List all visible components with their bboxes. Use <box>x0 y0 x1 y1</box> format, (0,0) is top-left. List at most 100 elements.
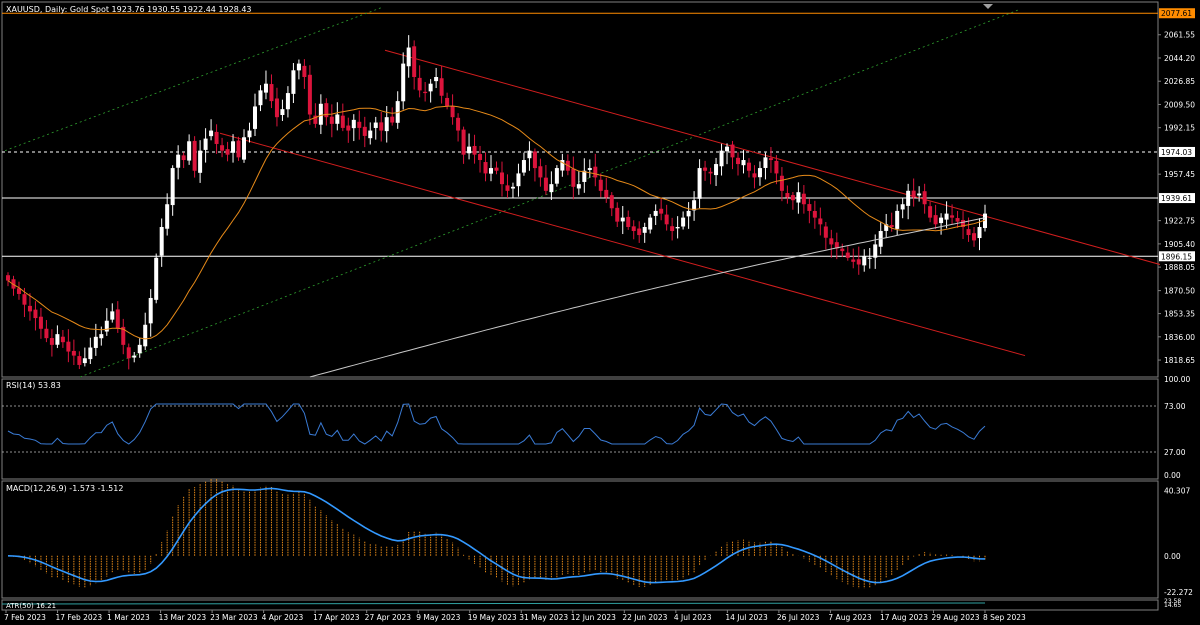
trading-chart[interactable]: 2061.55 2044.20 2026.85 2009.50 1992.15 1957.… <box>0 0 1200 625</box>
candle-body <box>642 227 647 233</box>
candle-body <box>33 309 38 319</box>
candle-body <box>549 184 554 193</box>
candle-body <box>763 157 768 168</box>
candle-body <box>110 311 115 320</box>
candle-body <box>939 217 944 224</box>
candle-body <box>93 336 98 348</box>
candle-body <box>77 356 82 365</box>
candle-body <box>829 238 834 245</box>
candle-body <box>790 195 795 201</box>
candle-body <box>966 229 971 236</box>
candle-body <box>648 217 653 230</box>
macd-tick-label: -22.272 <box>1164 588 1193 597</box>
y-tick-label: 1870.50 <box>1164 287 1195 296</box>
candle-body <box>823 226 828 238</box>
candle-body <box>801 193 806 205</box>
candle-body <box>412 46 417 77</box>
candle-body <box>60 336 65 343</box>
candle-body <box>401 63 406 102</box>
candle-body <box>467 146 472 154</box>
candle-body <box>143 324 148 347</box>
candle-body <box>362 126 367 136</box>
candle-body <box>812 211 817 218</box>
candle-body <box>527 150 532 159</box>
candle-body <box>225 149 230 155</box>
candle-body <box>406 47 411 67</box>
x-tick-label: 22 Jun 2023 <box>622 613 667 622</box>
x-tick-label: 19 May 2023 <box>468 613 517 622</box>
candle-body <box>335 114 340 124</box>
price-label: 2077.61 <box>1161 9 1192 18</box>
candle-body <box>187 141 192 161</box>
candle-body <box>242 137 247 160</box>
atr-panel[interactable] <box>1 599 1159 611</box>
candle-body <box>384 117 389 132</box>
candle-body <box>346 125 351 131</box>
candle-body <box>653 210 658 216</box>
price-panel[interactable] <box>1 1 1159 378</box>
x-tick-label: 26 Jul 2023 <box>777 613 820 622</box>
candle-body <box>675 227 680 229</box>
candle-body <box>609 195 614 209</box>
candle-body <box>499 172 504 185</box>
candle-body <box>27 305 32 312</box>
candle-body <box>741 160 746 166</box>
candle-body <box>307 74 312 115</box>
candle-body <box>659 208 664 214</box>
candle-body <box>439 78 444 96</box>
macd-header: MACD(12,26,9) -1.573 -1.512 <box>6 484 123 493</box>
candle-body <box>236 140 241 158</box>
candle-body <box>252 106 257 129</box>
candle-body <box>154 257 159 300</box>
candle-body <box>461 129 466 155</box>
candle-body <box>291 70 296 94</box>
candle-body <box>170 168 175 206</box>
candle-body <box>845 252 850 258</box>
candle-body <box>159 227 164 256</box>
candle-body <box>895 210 900 229</box>
x-tick-label: 31 May 2023 <box>519 613 568 622</box>
y-tick-label: 1888.05 <box>1164 263 1195 272</box>
candle-body <box>478 154 483 161</box>
candle-body <box>681 217 686 227</box>
candle-body <box>231 141 236 153</box>
candle-body <box>900 204 905 210</box>
macd-panel[interactable] <box>1 480 1159 599</box>
candle-body <box>82 358 87 364</box>
candle-body <box>620 217 625 222</box>
candle-body <box>357 121 362 128</box>
y-tick-label: 2026.85 <box>1164 77 1195 86</box>
y-tick-label: 1853.35 <box>1164 310 1195 319</box>
candle-body <box>757 168 762 178</box>
atr-tick-label: 14.65 <box>1164 602 1181 609</box>
candle-body <box>280 109 285 115</box>
x-tick-label: 13 Mar 2023 <box>159 613 207 622</box>
candle-body <box>977 227 982 239</box>
candle-body <box>867 257 872 259</box>
candle-body <box>445 97 450 107</box>
candle-body <box>104 320 109 332</box>
candle-body <box>840 248 845 252</box>
candle-body <box>933 215 938 225</box>
macd-tick-label: 0.00 <box>1164 552 1181 561</box>
candle-body <box>456 117 461 131</box>
candle-body <box>725 146 730 152</box>
rsi-panel[interactable] <box>1 378 1159 480</box>
candle-body <box>719 150 724 167</box>
candle-body <box>472 145 477 155</box>
candle-body <box>807 204 812 211</box>
candle-body <box>911 190 916 198</box>
candle-body <box>148 297 153 324</box>
candle-body <box>269 84 274 102</box>
y-tick-label: 1957.45 <box>1164 170 1195 179</box>
x-tick-label: 1 Mar 2023 <box>107 613 150 622</box>
candle-body <box>856 259 861 265</box>
candle-body <box>434 77 439 82</box>
candle-body <box>851 259 856 262</box>
candle-body <box>368 130 373 139</box>
candle-body <box>181 155 186 161</box>
candle-body <box>38 316 43 329</box>
candle-body <box>714 164 719 176</box>
rsi-header: RSI(14) 53.83 <box>6 381 61 390</box>
candle-body <box>6 275 10 281</box>
